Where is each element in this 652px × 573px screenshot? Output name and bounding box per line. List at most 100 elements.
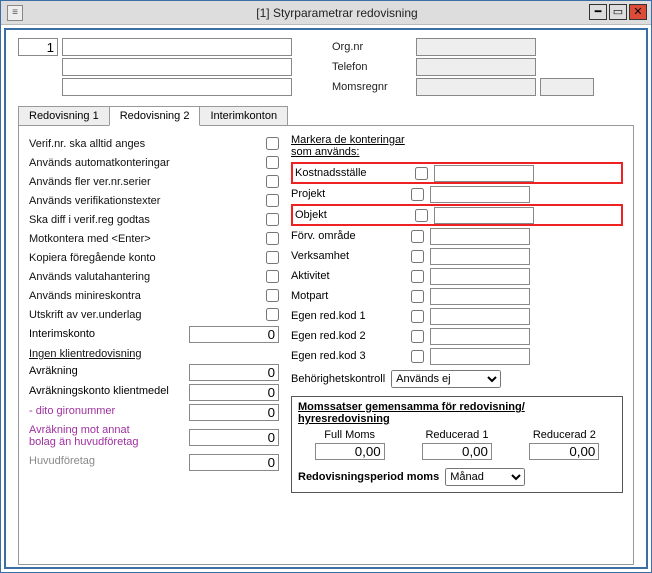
kont-label-4: Verksamhet bbox=[291, 250, 411, 262]
moms-col-field-0[interactable] bbox=[315, 443, 385, 460]
left-check-3[interactable] bbox=[266, 194, 279, 207]
close-button[interactable]: ✕ bbox=[629, 4, 647, 20]
tab-redovisning-1[interactable]: Redovisning 1 bbox=[18, 106, 110, 126]
kont-field-6[interactable] bbox=[430, 288, 530, 305]
titlebar: ≡ [1] Styrparametrar redovisning ━ ▭ ✕ bbox=[1, 1, 651, 25]
kont-field-3[interactable] bbox=[430, 228, 530, 245]
left-check-2[interactable] bbox=[266, 175, 279, 188]
kont-label-6: Motpart bbox=[291, 290, 411, 302]
klient-field-3[interactable] bbox=[189, 429, 279, 446]
momsregnr-field-2 bbox=[540, 78, 594, 96]
interimskonto-label: Interimskonto bbox=[29, 328, 95, 340]
kont-check-3[interactable] bbox=[411, 230, 424, 243]
kont-heading: Markera de konteringarsom används: bbox=[291, 134, 623, 158]
kont-field-0[interactable] bbox=[434, 165, 534, 182]
company-line2-field[interactable] bbox=[62, 58, 292, 76]
kont-label-1: Projekt bbox=[291, 188, 411, 200]
kont-row-4: Verksamhet bbox=[291, 246, 623, 266]
left-check-label-2: Används fler ver.nr.serier bbox=[29, 176, 151, 188]
left-check-5[interactable] bbox=[266, 232, 279, 245]
moms-col-label-2: Reducerad 2 bbox=[533, 429, 596, 441]
moms-heading: Momssatser gemensamma för redovisning/ h… bbox=[298, 401, 616, 425]
kont-row-7: Egen red.kod 1 bbox=[291, 306, 623, 326]
left-check-label-6: Kopiera föregående konto bbox=[29, 252, 156, 264]
kont-check-1[interactable] bbox=[411, 188, 424, 201]
left-check-label-5: Motkontera med <Enter> bbox=[29, 233, 151, 245]
kont-row-0: Kostnadsställe bbox=[291, 162, 623, 184]
klient-field-4[interactable] bbox=[189, 454, 279, 471]
tab-strip: Redovisning 1 Redovisning 2 Interimkonto… bbox=[18, 106, 634, 126]
left-check-9[interactable] bbox=[266, 308, 279, 321]
klient-label-1: Avräkningskonto klientmedel bbox=[29, 386, 169, 398]
kont-label-2: Objekt bbox=[295, 209, 415, 221]
kont-check-8[interactable] bbox=[411, 330, 424, 343]
momsregnr-label: Momsregnr bbox=[332, 81, 412, 93]
minimize-button[interactable]: ━ bbox=[589, 4, 607, 20]
kont-row-3: Förv. område bbox=[291, 226, 623, 246]
interimskonto-field[interactable] bbox=[189, 326, 279, 343]
window-title: [1] Styrparametrar redovisning bbox=[23, 6, 651, 20]
klient-label-2: - dito gironummer bbox=[29, 406, 115, 418]
left-check-label-8: Används minireskontra bbox=[29, 290, 141, 302]
klient-field-0[interactable] bbox=[189, 364, 279, 381]
moms-col-label-1: Reducerad 1 bbox=[425, 429, 488, 441]
klient-field-2[interactable] bbox=[189, 404, 279, 421]
tab-redovisning-2[interactable]: Redovisning 2 bbox=[109, 106, 201, 126]
kont-check-9[interactable] bbox=[411, 350, 424, 363]
left-check-6[interactable] bbox=[266, 251, 279, 264]
tab-panel-redovisning-2: Verif.nr. ska alltid angesAnvänds automa… bbox=[18, 125, 634, 565]
kont-row-8: Egen red.kod 2 bbox=[291, 326, 623, 346]
kont-field-7[interactable] bbox=[430, 308, 530, 325]
kont-label-3: Förv. område bbox=[291, 230, 411, 242]
left-check-8[interactable] bbox=[266, 289, 279, 302]
kont-field-8[interactable] bbox=[430, 328, 530, 345]
kont-field-1[interactable] bbox=[430, 186, 530, 203]
left-check-label-9: Utskrift av ver.underlag bbox=[29, 309, 142, 321]
left-check-7[interactable] bbox=[266, 270, 279, 283]
kont-row-5: Aktivitet bbox=[291, 266, 623, 286]
telefon-label: Telefon bbox=[332, 61, 412, 73]
company-line3-field[interactable] bbox=[62, 78, 292, 96]
left-check-label-3: Används verifikationstexter bbox=[29, 195, 160, 207]
app-window: ≡ [1] Styrparametrar redovisning ━ ▭ ✕ O… bbox=[0, 0, 652, 573]
moms-groupbox: Momssatser gemensamma för redovisning/ h… bbox=[291, 396, 623, 493]
telefon-field bbox=[416, 58, 536, 76]
company-name-field[interactable] bbox=[62, 38, 292, 56]
system-menu-icon[interactable]: ≡ bbox=[7, 5, 23, 21]
left-check-label-1: Används automatkonteringar bbox=[29, 157, 170, 169]
momsregnr-field bbox=[416, 78, 536, 96]
kont-check-2[interactable] bbox=[415, 209, 428, 222]
kont-field-2[interactable] bbox=[434, 207, 534, 224]
maximize-button[interactable]: ▭ bbox=[609, 4, 627, 20]
klient-label-0: Avräkning bbox=[29, 366, 78, 378]
kont-field-4[interactable] bbox=[430, 248, 530, 265]
kont-check-6[interactable] bbox=[411, 290, 424, 303]
kont-row-9: Egen red.kod 3 bbox=[291, 346, 623, 366]
klient-heading: Ingen klientredovisning bbox=[29, 348, 279, 360]
period-select[interactable]: Månad bbox=[445, 468, 525, 486]
period-label: Redovisningsperiod moms bbox=[298, 471, 439, 483]
kont-check-5[interactable] bbox=[411, 270, 424, 283]
orgnr-label: Org.nr bbox=[332, 41, 412, 53]
tab-interimkonton[interactable]: Interimkonton bbox=[199, 106, 288, 126]
left-check-1[interactable] bbox=[266, 156, 279, 169]
moms-col-field-2[interactable] bbox=[529, 443, 599, 460]
moms-col-field-1[interactable] bbox=[422, 443, 492, 460]
kont-field-9[interactable] bbox=[430, 348, 530, 365]
klient-label-4: Huvudföretag bbox=[29, 456, 95, 468]
company-number-field[interactable] bbox=[18, 38, 58, 56]
kont-check-7[interactable] bbox=[411, 310, 424, 323]
moms-col-label-0: Full Moms bbox=[324, 429, 375, 441]
klient-field-1[interactable] bbox=[189, 384, 279, 401]
kont-row-6: Motpart bbox=[291, 286, 623, 306]
kont-label-9: Egen red.kod 3 bbox=[291, 350, 411, 362]
kont-field-5[interactable] bbox=[430, 268, 530, 285]
kont-check-0[interactable] bbox=[415, 167, 428, 180]
kont-label-0: Kostnadsställe bbox=[295, 167, 415, 179]
left-check-4[interactable] bbox=[266, 213, 279, 226]
left-check-label-7: Används valutahantering bbox=[29, 271, 150, 283]
kont-check-4[interactable] bbox=[411, 250, 424, 263]
left-check-0[interactable] bbox=[266, 137, 279, 150]
kont-row-1: Projekt bbox=[291, 184, 623, 204]
behorighet-select[interactable]: Används ej bbox=[391, 370, 501, 388]
